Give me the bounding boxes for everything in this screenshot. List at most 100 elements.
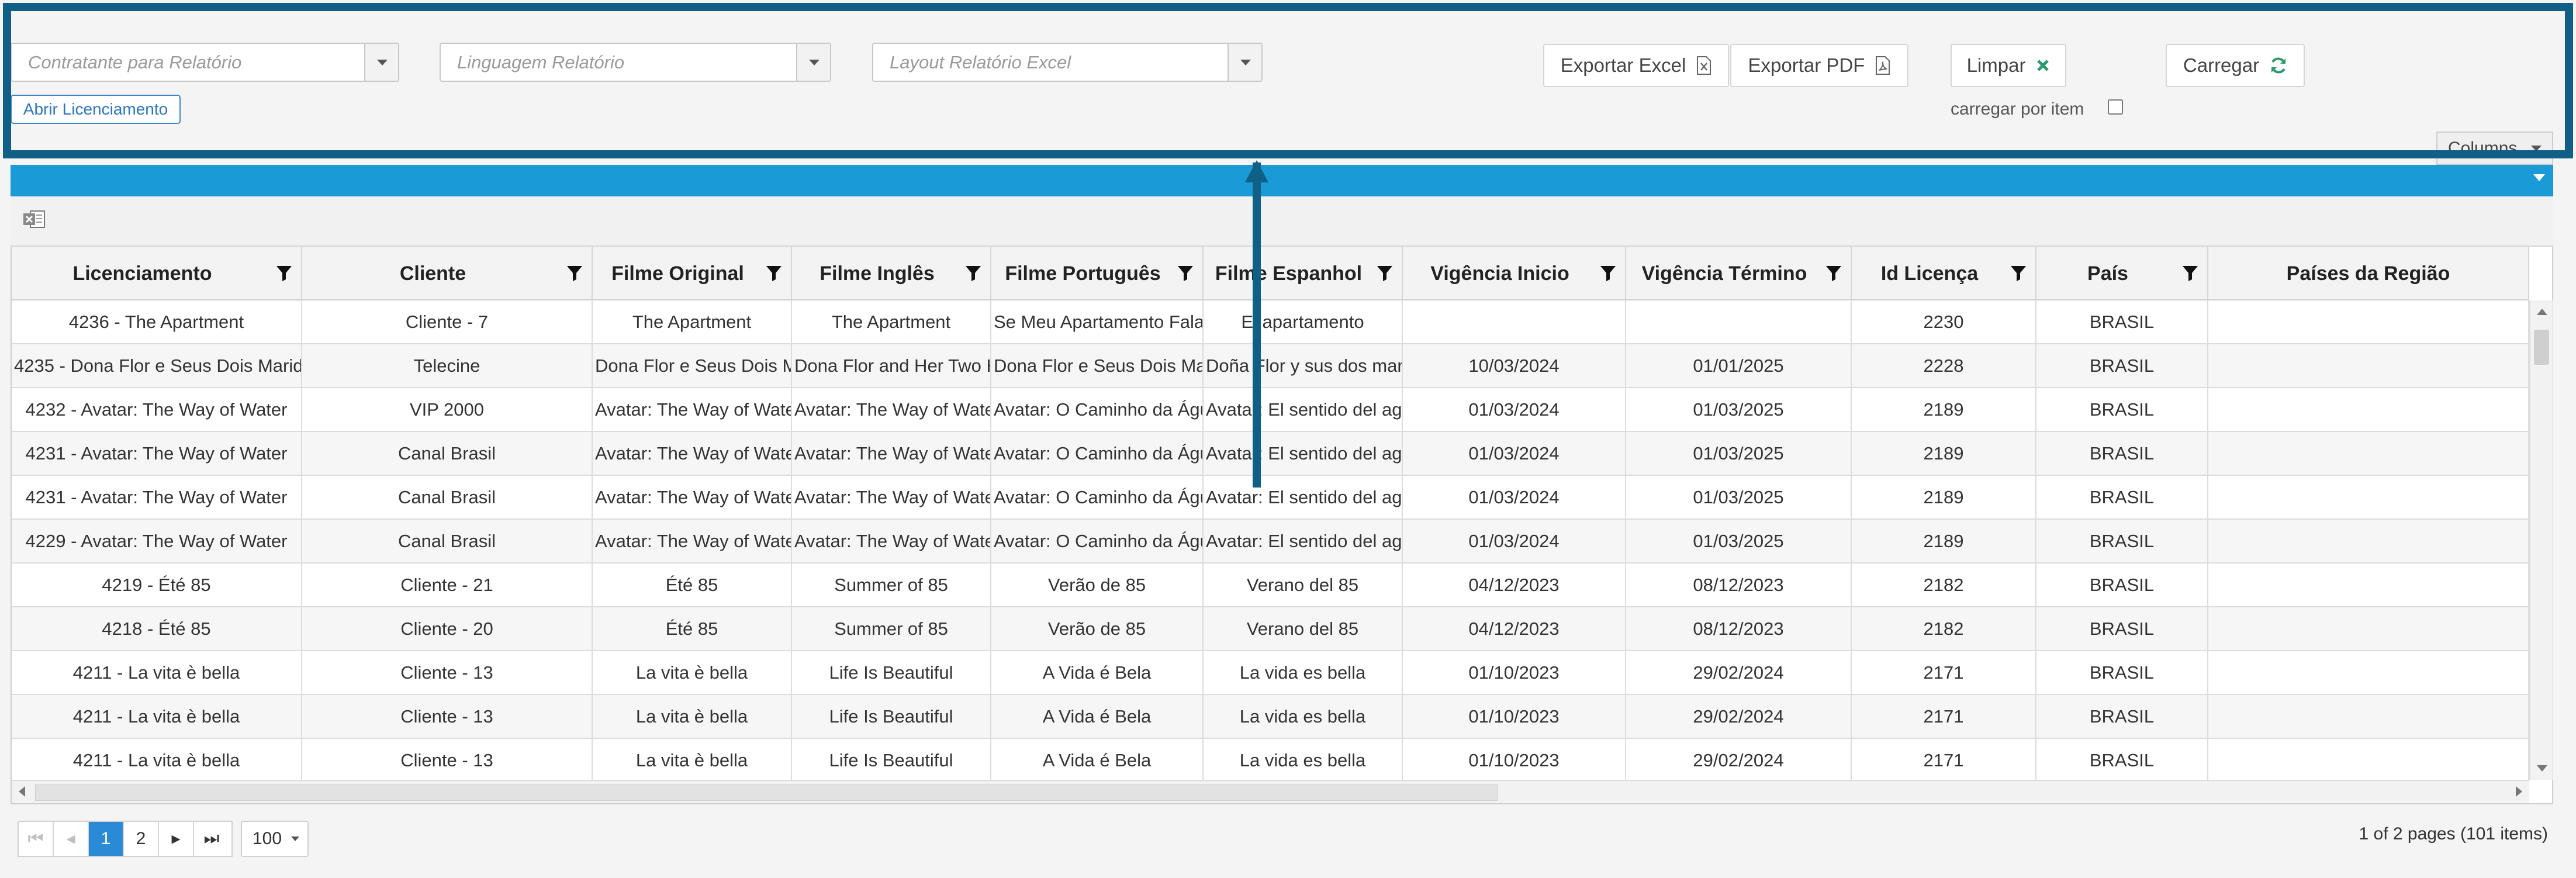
column-header-id-licenca[interactable]: Id Licença <box>1852 247 2036 300</box>
column-header-filme-ingles[interactable]: Filme Inglês <box>792 247 991 300</box>
column-header-filme-original[interactable]: Filme Original <box>593 247 792 300</box>
cell-filme-portugues: Avatar: O Caminho da Água <box>991 476 1204 518</box>
cell-paises-regiao <box>2208 520 2529 562</box>
scroll-thumb[interactable] <box>2534 330 2549 365</box>
excel-export-icon[interactable] <box>22 209 46 229</box>
cell-filme-original: Avatar: The Way of Water <box>593 432 792 475</box>
filter-funnel-icon[interactable] <box>566 264 583 282</box>
column-header-filme-espanhol[interactable]: Filme Espanhol <box>1204 247 1403 300</box>
chevron-down-icon <box>291 836 299 841</box>
prev-page-icon[interactable]: ◂ <box>54 822 89 856</box>
filter-funnel-icon[interactable] <box>1599 264 1617 282</box>
table-row[interactable]: 4211 - La vita è bella Cliente - 13 La vit… <box>12 739 2529 783</box>
vertical-scrollbar[interactable] <box>2529 300 2553 780</box>
cell-id-licenca: 2182 <box>1852 607 2036 650</box>
table-row[interactable]: 4235 - Dona Flor e Seus Dois Maridos Tele… <box>12 344 2529 388</box>
cell-id-licenca: 2228 <box>1852 344 2036 387</box>
cell-paises-regiao <box>2208 344 2529 387</box>
cell-id-licenca: 2230 <box>1852 300 2036 343</box>
filter-funnel-icon[interactable] <box>1177 264 1194 282</box>
cell-filme-ingles: The Apartment <box>792 300 991 343</box>
cell-vigencia-termino: 29/02/2024 <box>1626 739 1852 782</box>
cell-paises-regiao <box>2208 432 2529 475</box>
cell-filme-espanhol: Avatar: El sentido del agua <box>1204 520 1403 562</box>
cell-filme-ingles: Summer of 85 <box>792 607 991 650</box>
cell-filme-ingles: Avatar: The Way of Water <box>792 476 991 518</box>
cell-filme-original: Avatar: The Way of Water <box>593 520 792 562</box>
cell-cliente: Cliente - 20 <box>302 607 593 650</box>
filter-funnel-icon[interactable] <box>275 264 293 282</box>
table-row[interactable]: 4211 - La vita è bella Cliente - 13 La vit… <box>12 695 2529 739</box>
scroll-left-icon[interactable] <box>19 786 25 797</box>
cell-vigencia-termino: 01/01/2025 <box>1626 344 1852 387</box>
column-header-vigencia-termino[interactable]: Vigência Término <box>1626 247 1852 300</box>
cell-cliente: Cliente - 7 <box>302 300 593 343</box>
cell-filme-ingles: Life Is Beautiful <box>792 739 991 782</box>
cell-pais: BRASIL <box>2036 300 2208 343</box>
table-row[interactable]: 4231 - Avatar: The Way of Water Canal Bra… <box>12 432 2529 476</box>
page-size-select[interactable]: 100 <box>241 821 309 857</box>
cell-filme-portugues: A Vida é Bela <box>991 695 1204 738</box>
cell-filme-original: The Apartment <box>593 300 792 343</box>
scroll-up-icon[interactable] <box>2537 309 2547 315</box>
cell-vigencia-termino <box>1626 300 1852 343</box>
horizontal-scrollbar[interactable] <box>12 780 2529 803</box>
filter-funnel-icon[interactable] <box>1376 264 1394 282</box>
column-header-paises-regiao[interactable]: Países da Região <box>2208 247 2529 300</box>
cell-filme-espanhol: Verano del 85 <box>1204 564 1403 606</box>
column-header-vigencia-inicio[interactable]: Vigência Inicio <box>1403 247 1626 300</box>
cell-filme-original: La vita è bella <box>593 739 792 782</box>
cell-vigencia-inicio: 01/10/2023 <box>1403 651 1626 694</box>
table-row[interactable]: 4211 - La vita è bella Cliente - 13 La vit… <box>12 651 2529 695</box>
column-header-filme-portugues[interactable]: Filme Português <box>991 247 1204 300</box>
table-row[interactable]: 4219 - Été 85 Cliente - 21 Été 85 Summer of… <box>12 564 2529 607</box>
chevron-down-icon[interactable] <box>2533 174 2545 181</box>
filter-funnel-icon[interactable] <box>2181 264 2199 282</box>
cell-filme-espanhol: Avatar: El sentido del agua <box>1204 388 1403 431</box>
cell-licenciamento: 4219 - Été 85 <box>12 564 302 606</box>
cell-cliente: Canal Brasil <box>302 432 593 475</box>
cell-paises-regiao <box>2208 607 2529 650</box>
scroll-thumb[interactable] <box>35 784 1498 801</box>
cell-filme-portugues: A Vida é Bela <box>991 739 1204 782</box>
cell-licenciamento: 4231 - Avatar: The Way of Water <box>12 432 302 475</box>
table-row[interactable]: 4231 - Avatar: The Way of Water Canal Bra… <box>12 476 2529 520</box>
table-row[interactable]: 4232 - Avatar: The Way of Water VIP 2000 A… <box>12 388 2529 432</box>
cell-paises-regiao <box>2208 564 2529 606</box>
cell-vigencia-inicio: 01/03/2024 <box>1403 476 1626 518</box>
column-header-cliente[interactable]: Cliente <box>302 247 593 300</box>
scroll-right-icon[interactable] <box>2516 786 2522 797</box>
filter-funnel-icon[interactable] <box>2010 264 2027 282</box>
cell-paises-regiao <box>2208 476 2529 518</box>
table-row[interactable]: 4218 - Été 85 Cliente - 20 Été 85 Summer of… <box>12 607 2529 651</box>
filter-funnel-icon[interactable] <box>765 264 783 282</box>
column-header-label: Licenciamento <box>72 262 212 285</box>
cell-filme-original: Dona Flor e Seus Dois Maridos <box>593 344 792 387</box>
cell-filme-ingles: Avatar: The Way of Water <box>792 388 991 431</box>
scroll-down-icon[interactable] <box>2537 765 2547 772</box>
first-page-icon[interactable]: ⏮ <box>19 822 54 856</box>
column-header-pais[interactable]: País <box>2036 247 2208 300</box>
cell-cliente: Telecine <box>302 344 593 387</box>
last-page-icon[interactable]: ⏭ <box>194 822 229 856</box>
cell-vigencia-termino: 01/03/2025 <box>1626 520 1852 562</box>
cell-filme-espanhol: El apartamento <box>1204 300 1403 343</box>
column-header-label: Filme Espanhol <box>1215 262 1363 285</box>
next-page-icon[interactable]: ▸ <box>159 822 194 856</box>
cell-filme-portugues: Avatar: O Caminho da Água <box>991 432 1204 475</box>
cell-vigencia-inicio: 10/03/2024 <box>1403 344 1626 387</box>
cell-vigencia-inicio: 01/10/2023 <box>1403 739 1626 782</box>
cell-filme-ingles: Life Is Beautiful <box>792 695 991 738</box>
cell-filme-ingles: Avatar: The Way of Water <box>792 432 991 475</box>
cell-cliente: Canal Brasil <box>302 520 593 562</box>
cell-filme-espanhol: La vida es bella <box>1204 739 1403 782</box>
cell-filme-portugues: Avatar: O Caminho da Água <box>991 388 1204 431</box>
filter-funnel-icon[interactable] <box>1825 264 1842 282</box>
filter-funnel-icon[interactable] <box>964 264 982 282</box>
cell-pais: BRASIL <box>2036 432 2208 475</box>
page-2-button[interactable]: 2 <box>124 822 159 856</box>
table-row[interactable]: 4236 - The Apartment Cliente - 7 The Apart… <box>12 300 2529 344</box>
column-header-licenciamento[interactable]: Licenciamento <box>12 247 302 300</box>
page-1-button[interactable]: 1 <box>89 822 124 856</box>
table-row[interactable]: 4229 - Avatar: The Way of Water Canal Bra… <box>12 520 2529 564</box>
